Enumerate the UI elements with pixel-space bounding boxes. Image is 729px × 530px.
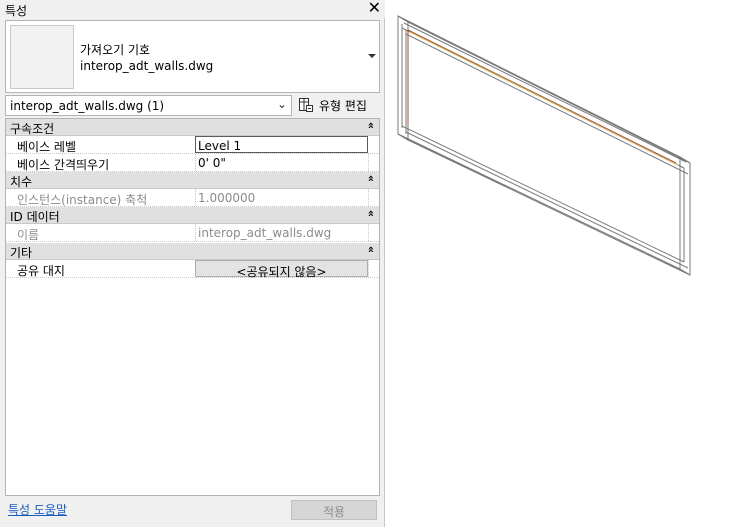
property-name: 베이스 레벨 (17, 140, 77, 154)
property-name: 베이스 간격띄우기 (17, 158, 110, 172)
name-value: interop_adt_walls.dwg (195, 224, 368, 241)
property-name: 인스턴스(instance) 축척 (17, 193, 148, 207)
instance-scale-value: 1.000000 (195, 189, 368, 206)
row-divider (368, 154, 369, 171)
group-label: 구속조건 (10, 122, 55, 136)
property-row-shared-site: 공유 대지 <공유되지 않음> (6, 260, 379, 279)
wall-accent-lines (407, 29, 677, 164)
wall-highlight-lines (409, 31, 679, 166)
type-selector[interactable]: 가져오기 기호 interop_adt_walls.dwg (5, 20, 380, 93)
properties-palette: 특성 ✕ 가져오기 기호 interop_adt_walls.dwg inter… (0, 0, 385, 527)
wall-outline (397, 15, 691, 276)
apply-button[interactable]: 적용 (291, 500, 377, 520)
edit-type-button[interactable]: 유형 편집 (296, 95, 380, 116)
type-preview-image (10, 25, 74, 89)
collapse-icon[interactable]: » (364, 246, 377, 253)
group-label: 기타 (10, 246, 33, 260)
type-name-label: interop_adt_walls.dwg (80, 59, 214, 73)
wall-3d-view (397, 15, 691, 276)
group-identity-data[interactable]: ID 데이터 » (6, 207, 379, 224)
shared-site-button[interactable]: <공유되지 않음> (195, 260, 368, 279)
group-other[interactable]: 기타 » (6, 243, 379, 260)
row-divider (368, 189, 369, 206)
palette-title: 특성 (5, 4, 28, 18)
instance-filter-value: interop_adt_walls.dwg (1) (10, 99, 165, 113)
collapse-icon[interactable]: » (364, 175, 377, 182)
close-icon[interactable]: ✕ (368, 0, 381, 17)
group-label: ID 데이터 (10, 210, 60, 224)
base-level-field[interactable]: Level 1 (195, 136, 368, 153)
edit-type-label: 유형 편집 (319, 99, 367, 113)
group-label: 치수 (10, 175, 33, 189)
drawing-canvas[interactable] (386, 0, 729, 527)
collapse-icon[interactable]: » (364, 122, 377, 129)
group-constraints[interactable]: 구속조건 » (6, 119, 379, 136)
property-name: 이름 (17, 228, 40, 242)
type-dropdown-arrow-icon[interactable] (368, 54, 376, 58)
property-row-instance-scale: 인스턴스(instance) 축척 1.000000 (6, 189, 379, 207)
property-grid: 구속조건 » 베이스 레벨 Level 1 베이스 간격띄우기 0' 0" 치수… (5, 118, 380, 496)
instance-filter-dropdown[interactable]: interop_adt_walls.dwg (1) ⌄ (5, 95, 292, 116)
property-row-base-level: 베이스 레벨 Level 1 (6, 136, 379, 154)
collapse-icon[interactable]: » (364, 210, 377, 217)
palette-titlebar[interactable]: 특성 ✕ (0, 0, 385, 18)
group-dimensions[interactable]: 치수 » (6, 172, 379, 189)
chevron-down-icon[interactable]: ⌄ (277, 97, 287, 111)
type-family-label: 가져오기 기호 (80, 43, 151, 57)
row-divider (368, 224, 369, 241)
property-row-base-offset: 베이스 간격띄우기 0' 0" (6, 154, 379, 172)
base-offset-field[interactable]: 0' 0" (195, 154, 368, 171)
edit-type-icon (299, 98, 313, 112)
row-divider (368, 260, 369, 277)
property-name: 공유 대지 (17, 264, 65, 278)
properties-help-link[interactable]: 특성 도움말 (8, 501, 67, 518)
property-row-name: 이름 interop_adt_walls.dwg (6, 224, 379, 242)
